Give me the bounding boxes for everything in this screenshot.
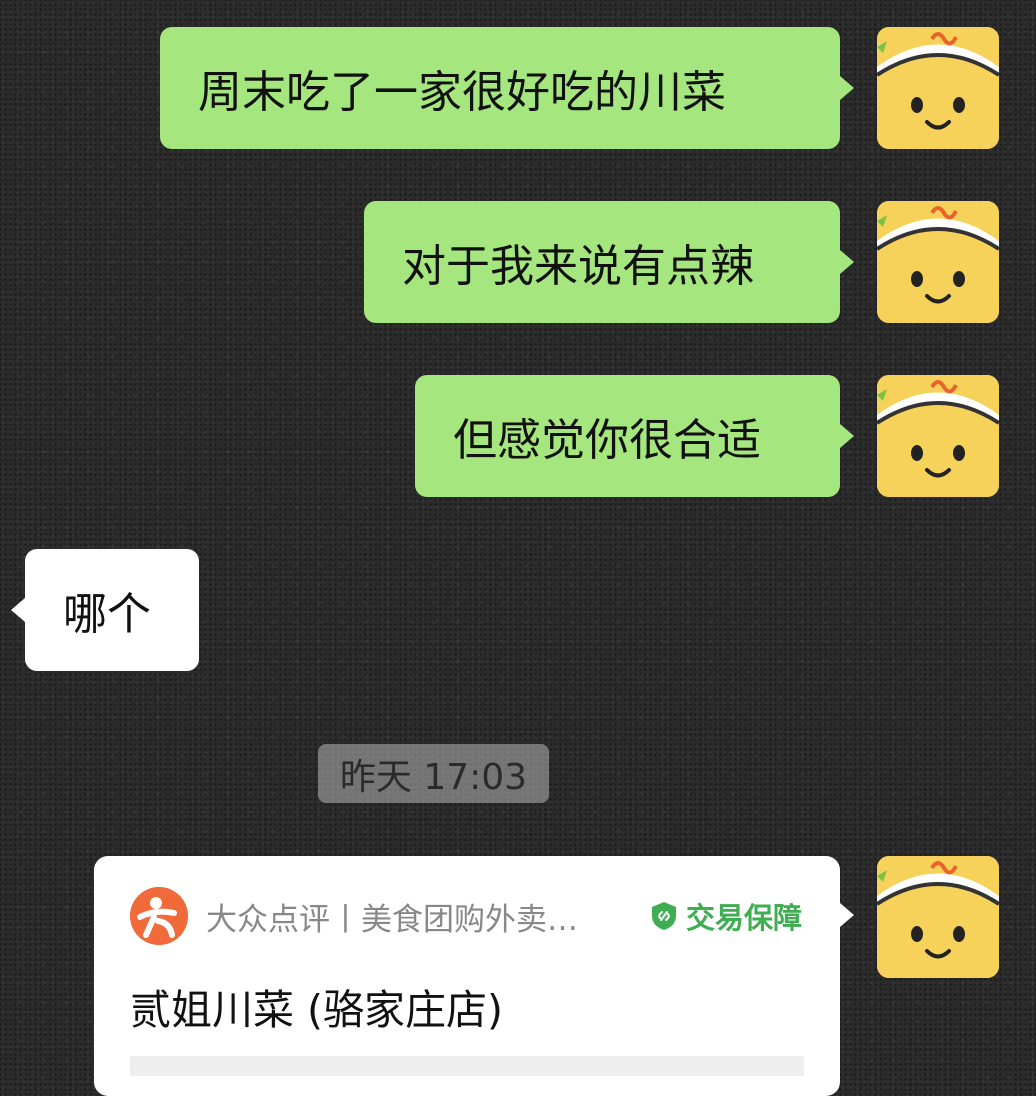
bubble-tail (840, 76, 854, 100)
bubble-tail (840, 903, 854, 927)
smiley-face-avatar-icon (877, 27, 999, 149)
message-bubble-outgoing[interactable]: 但感觉你很合适 (415, 375, 840, 497)
link-card-title: 贰姐川菜 (骆家庄店) (130, 986, 504, 1034)
message-text: 周末吃了一家很好吃的川菜 (198, 67, 726, 118)
link-card-header: 大众点评丨美食团购外卖… 交易保障 (130, 886, 804, 946)
link-card[interactable]: 大众点评丨美食团购外卖… 交易保障 贰姐川菜 (骆家庄店) (94, 856, 840, 1096)
link-card-source: 大众点评丨美食团购外卖… (206, 901, 578, 938)
bubble-tail (11, 598, 25, 622)
message-text: 但感觉你很合适 (453, 415, 761, 466)
bubble-tail (840, 424, 854, 448)
link-card-thumbnail (130, 1056, 804, 1076)
message-bubble-outgoing[interactable]: 对于我来说有点辣 (364, 201, 840, 323)
badge-label: 交易保障 (686, 901, 803, 935)
shield-icon (652, 902, 676, 930)
smiley-face-avatar-icon (877, 856, 999, 978)
smiley-face-avatar-icon (877, 375, 999, 497)
avatar[interactable] (877, 201, 999, 323)
message-text: 哪个 (63, 589, 151, 640)
chat-area: 周末吃了一家很好吃的川菜 对于我来说有点辣 但感觉你很合适 哪个 昨天 17:0… (0, 0, 1036, 1096)
avatar[interactable] (877, 856, 999, 978)
message-bubble-outgoing[interactable]: 周末吃了一家很好吃的川菜 (160, 27, 840, 149)
message-bubble-incoming[interactable]: 哪个 (25, 549, 199, 671)
smiley-face-avatar-icon (877, 201, 999, 323)
avatar[interactable] (877, 27, 999, 149)
avatar[interactable] (877, 375, 999, 497)
bubble-tail (840, 250, 854, 274)
message-text: 对于我来说有点辣 (402, 241, 754, 292)
dianping-logo-icon (130, 887, 188, 945)
trade-guarantee-badge: 交易保障 (650, 895, 802, 937)
timestamp: 昨天 17:03 (318, 744, 549, 803)
